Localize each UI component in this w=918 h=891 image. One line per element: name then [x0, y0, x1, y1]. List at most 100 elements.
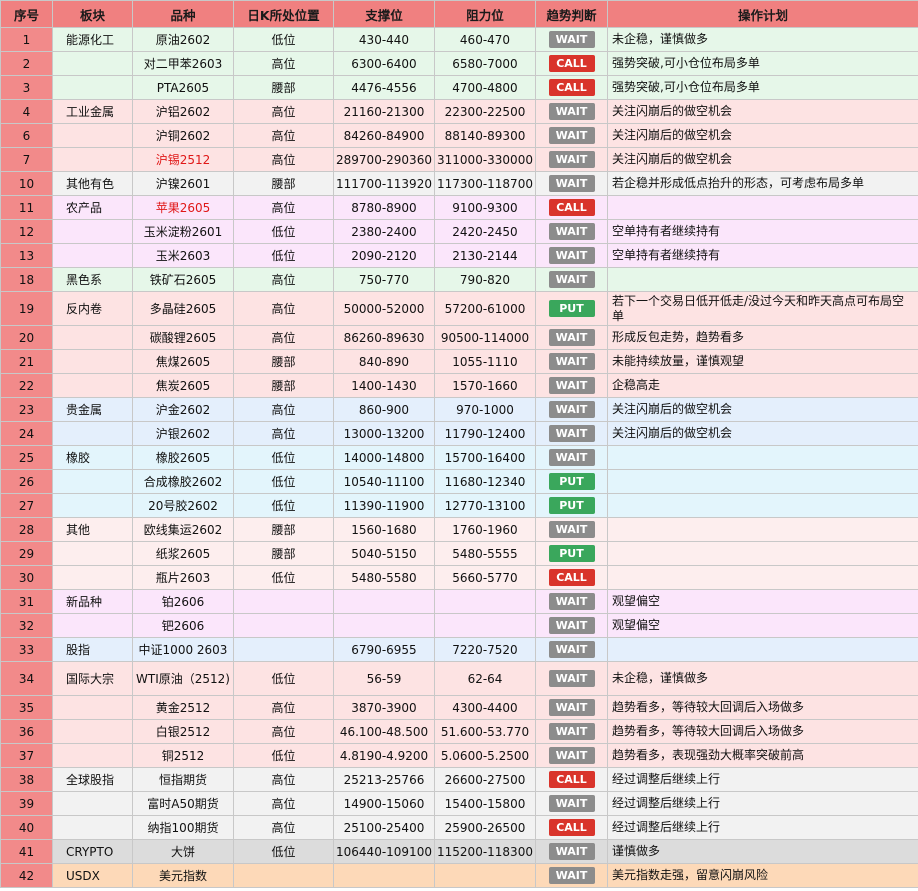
support-cell: 111700-113920 [333, 171, 435, 196]
plan-cell: 趋势看多，表现强劲大概率突破前高 [607, 743, 918, 768]
resistance-cell: 311000-330000 [434, 147, 536, 172]
signal-cell: CALL [535, 815, 608, 840]
row-index: 34 [0, 661, 53, 696]
support-cell: 750-770 [333, 267, 435, 292]
signal-badge: PUT [548, 545, 595, 562]
row-index: 3 [0, 75, 53, 100]
resistance-cell: 2420-2450 [434, 219, 536, 244]
plan-cell [607, 469, 918, 494]
support-cell: 1560-1680 [333, 517, 435, 542]
position-cell: 低位 [233, 243, 334, 268]
table-row: 40 纳指100期货 高位 25100-25400 25900-26500 CALL 经过调… [0, 815, 918, 840]
signal-badge: WAIT [548, 223, 595, 240]
row-index: 40 [0, 815, 53, 840]
product-cell: 玉米淀粉2601 [132, 219, 234, 244]
product-cell: 恒指期货 [132, 767, 234, 792]
resistance-cell: 1760-1960 [434, 517, 536, 542]
plan-cell: 未企稳，谨慎做多 [607, 27, 918, 52]
sector-cell: 贵金属 [52, 397, 133, 422]
product-cell: 焦煤2605 [132, 349, 234, 374]
resistance-cell [434, 863, 536, 888]
plan-cell: 关注闪崩后的做空机会 [607, 123, 918, 148]
product-cell: 富时A50期货 [132, 791, 234, 816]
table-row: 12 玉米淀粉2601 低位 2380-2400 2420-2450 WAIT 空单持有者继… [0, 219, 918, 244]
row-index: 18 [0, 267, 53, 292]
table-row: 6 沪铜2602 高位 84260-84900 88140-89300 WAIT 关注闪崩后… [0, 123, 918, 148]
signal-cell: PUT [535, 493, 608, 518]
support-cell: 13000-13200 [333, 421, 435, 446]
table-row: 39 富时A50期货 高位 14900-15060 15400-15800 WAIT 经过调… [0, 791, 918, 816]
row-index: 1 [0, 27, 53, 52]
table-row: 32 钯2606 WAIT 观望偏空 [0, 613, 918, 638]
signal-cell: WAIT [535, 695, 608, 720]
signal-cell: WAIT [535, 27, 608, 52]
sector-cell [52, 243, 133, 268]
signal-cell: WAIT [535, 421, 608, 446]
row-index: 31 [0, 589, 53, 614]
position-cell: 高位 [233, 99, 334, 124]
product-cell: 瓶片2603 [132, 565, 234, 590]
sector-cell: 国际大宗 [52, 661, 133, 696]
product-cell: 黄金2512 [132, 695, 234, 720]
resistance-cell: 1055-1110 [434, 349, 536, 374]
table-row: 18 黑色系 铁矿石2605 高位 750-770 790-820 WAIT [0, 267, 918, 292]
signal-cell: WAIT [535, 839, 608, 864]
signal-badge: PUT [548, 473, 595, 490]
table-row: 21 焦煤2605 腰部 840-890 1055-1110 WAIT 未能持续放量，谨慎观… [0, 349, 918, 374]
plan-cell: 空单持有者继续持有 [607, 243, 918, 268]
header-resistance: 阻力位 [434, 0, 536, 28]
product-cell: 白银2512 [132, 719, 234, 744]
signal-cell: WAIT [535, 219, 608, 244]
sector-cell: 股指 [52, 637, 133, 662]
product-cell: 铁矿石2605 [132, 267, 234, 292]
row-index: 10 [0, 171, 53, 196]
plan-cell: 形成反包走势，趋势看多 [607, 325, 918, 350]
signal-badge: WAIT [548, 271, 595, 288]
plan-cell: 强势突破,可小仓位布局多单 [607, 51, 918, 76]
position-cell [233, 589, 334, 614]
table-row: 35 黄金2512 高位 3870-3900 4300-4400 WAIT 趋势看多，等待较… [0, 695, 918, 720]
position-cell [233, 863, 334, 888]
support-cell: 14000-14800 [333, 445, 435, 470]
table-body: 1 能源化工 原油2602 低位 430-440 460-470 WAIT 未企稳，谨慎做多 2… [0, 27, 918, 888]
sector-cell [52, 719, 133, 744]
resistance-cell: 15400-15800 [434, 791, 536, 816]
row-index: 41 [0, 839, 53, 864]
sector-cell [52, 373, 133, 398]
header-sector: 板块 [52, 0, 133, 28]
signal-cell: CALL [535, 51, 608, 76]
plan-cell: 经过调整后继续上行 [607, 791, 918, 816]
support-cell: 1400-1430 [333, 373, 435, 398]
support-cell: 3870-3900 [333, 695, 435, 720]
product-cell: PTA2605 [132, 75, 234, 100]
position-cell: 腰部 [233, 75, 334, 100]
position-cell: 低位 [233, 27, 334, 52]
resistance-cell: 1570-1660 [434, 373, 536, 398]
position-cell: 低位 [233, 469, 334, 494]
signal-badge: WAIT [548, 867, 595, 884]
signal-cell: WAIT [535, 99, 608, 124]
row-index: 28 [0, 517, 53, 542]
signal-cell: WAIT [535, 325, 608, 350]
sector-cell [52, 565, 133, 590]
row-index: 42 [0, 863, 53, 888]
resistance-cell: 4300-4400 [434, 695, 536, 720]
table-row: 38 全球股指 恒指期货 高位 25213-25766 26600-27500 CALL 经过… [0, 767, 918, 792]
sector-cell: 橡胶 [52, 445, 133, 470]
signal-badge: PUT [548, 497, 595, 514]
plan-cell: 观望偏空 [607, 613, 918, 638]
position-cell: 高位 [233, 195, 334, 220]
header-plan: 操作计划 [607, 0, 918, 28]
signal-cell: WAIT [535, 637, 608, 662]
support-cell: 106440-109100 [333, 839, 435, 864]
plan-cell: 关注闪崩后的做空机会 [607, 421, 918, 446]
signal-cell: WAIT [535, 123, 608, 148]
sector-cell [52, 815, 133, 840]
resistance-cell [434, 589, 536, 614]
support-cell: 21160-21300 [333, 99, 435, 124]
position-cell: 低位 [233, 219, 334, 244]
support-cell [333, 613, 435, 638]
signal-cell: CALL [535, 75, 608, 100]
position-cell [233, 637, 334, 662]
table-row: 4 工业金属 沪铝2602 高位 21160-21300 22300-22500 WAIT 关… [0, 99, 918, 124]
